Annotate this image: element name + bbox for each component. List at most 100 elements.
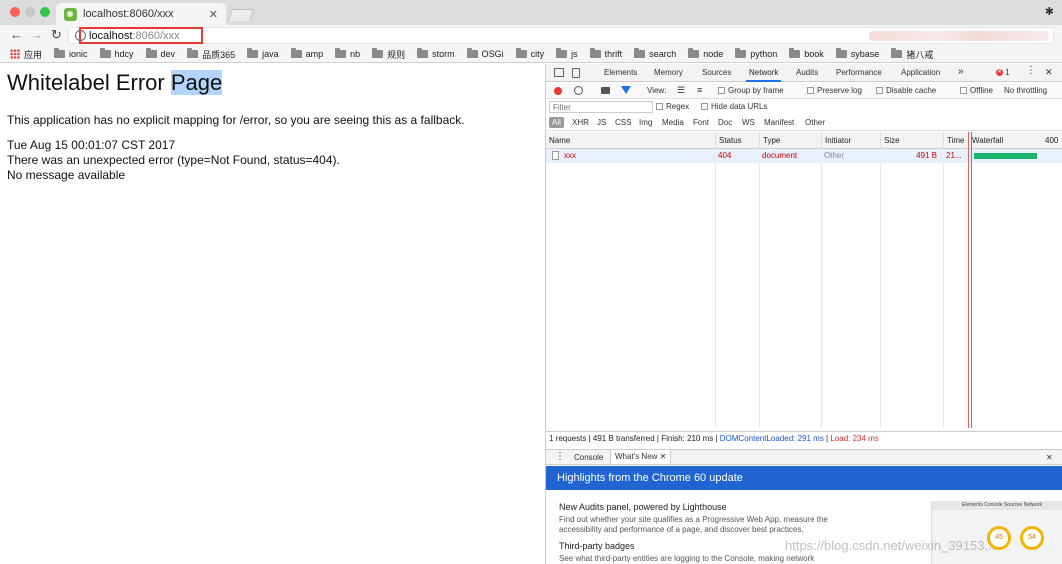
bookmark-item[interactable]: hdcy — [99, 48, 134, 59]
type-all[interactable]: All — [549, 117, 564, 128]
bookmark-item[interactable]: dev — [145, 48, 175, 59]
tab-close-icon[interactable]: ✕ — [209, 8, 218, 21]
bookmark-item[interactable]: ionic — [54, 48, 88, 59]
offline-checkbox[interactable]: Offline — [960, 86, 993, 95]
col-status[interactable]: Status — [715, 132, 742, 149]
address-bar[interactable]: i localhost:8060/xxx — [68, 27, 1054, 44]
col-waterfall[interactable]: Waterfall — [968, 132, 1003, 149]
cell-time: 21... — [946, 151, 962, 160]
bookmark-item[interactable]: sybase — [835, 48, 879, 59]
tab-network[interactable]: Network — [745, 68, 782, 82]
close-tab-icon[interactable]: ✕ — [660, 452, 667, 461]
drawer-menu-icon[interactable]: ⋮ — [555, 451, 565, 462]
more-tabs-icon[interactable]: » — [958, 66, 964, 77]
bookmark-item[interactable]: js — [556, 48, 578, 59]
bookmark-item[interactable]: java — [247, 48, 279, 59]
type-font[interactable]: Font — [693, 118, 709, 127]
tab-elements[interactable]: Elements — [604, 68, 637, 77]
type-manifest[interactable]: Manifest — [764, 118, 794, 127]
close-drawer-icon[interactable]: ✕ — [1046, 453, 1053, 462]
filter-icon[interactable] — [621, 86, 631, 94]
audits-title[interactable]: New Audits panel, powered by Lighthouse — [559, 502, 727, 512]
bookmark-item[interactable]: search — [634, 48, 676, 59]
bookmark-item[interactable]: 猪八戒 — [891, 48, 933, 61]
col-initiator[interactable]: Initiator — [821, 132, 851, 149]
tab-performance[interactable]: Performance — [836, 68, 882, 77]
back-arrow-icon[interactable]: ← — [10, 27, 23, 42]
type-ws[interactable]: WS — [742, 118, 755, 127]
folder-icon — [789, 48, 801, 58]
type-media[interactable]: Media — [662, 118, 684, 127]
col-size[interactable]: Size — [880, 132, 900, 149]
maximize-window-button[interactable] — [40, 7, 50, 17]
browser-tab[interactable]: localhost:8060/xxx ✕ — [56, 3, 226, 25]
disable-cache-checkbox[interactable]: Disable cache — [876, 86, 936, 95]
bookmark-item[interactable]: city — [515, 48, 544, 59]
tab-audits[interactable]: Audits — [796, 68, 818, 77]
clear-icon[interactable] — [574, 86, 583, 95]
folder-icon — [735, 48, 747, 58]
bookmark-label: 应用 — [24, 49, 43, 60]
tab-console[interactable]: Console — [574, 453, 603, 462]
throttling-select[interactable]: No throttling — [1004, 86, 1047, 95]
folder-icon — [247, 48, 259, 58]
waterfall-view-icon[interactable]: ≡ — [697, 85, 702, 95]
forward-arrow-icon[interactable]: → — [30, 27, 43, 42]
type-js[interactable]: JS — [597, 118, 606, 127]
bookmark-item[interactable]: book — [789, 48, 824, 59]
device-toolbar-icon[interactable] — [572, 68, 580, 78]
type-img[interactable]: Img — [639, 118, 652, 127]
col-type[interactable]: Type — [759, 132, 780, 149]
bookmark-item[interactable]: 规则 — [372, 48, 405, 61]
col-name[interactable]: Name — [546, 132, 570, 149]
bookmark-label: js — [571, 49, 578, 59]
minimize-window-button[interactable] — [25, 7, 35, 17]
tab-sources[interactable]: Sources — [702, 68, 731, 77]
tab-application[interactable]: Application — [901, 68, 940, 77]
hide-data-urls-checkbox[interactable]: Hide data URLs — [701, 102, 767, 111]
bookmark-item[interactable]: amp — [290, 48, 324, 59]
drawer-tabs: ⋮ Console What's New ✕ ✕ — [546, 449, 1062, 465]
tab-memory[interactable]: Memory — [654, 68, 683, 77]
bookmark-item[interactable]: nb — [335, 48, 360, 59]
bookmark-item[interactable]: 应用 — [10, 48, 42, 61]
tab-whats-new[interactable]: What's New ✕ — [610, 450, 672, 464]
close-devtools-icon[interactable]: ✕ — [1045, 67, 1053, 78]
record-icon[interactable] — [554, 87, 562, 95]
badges-title[interactable]: Third-party badges — [559, 541, 635, 551]
audits-desc-2: accessibility and performance of a page,… — [559, 525, 804, 534]
table-row[interactable]: xxx 404 document Other 491 B 21... — [546, 149, 1062, 163]
devtools-panel: Elements Memory Sources Network Audits P… — [545, 64, 1062, 564]
page-content: Whitelabel Error Page This application h… — [0, 64, 545, 564]
inspect-element-icon[interactable] — [554, 68, 564, 77]
error-badge[interactable]: ✕ 1 — [996, 68, 1010, 77]
col-time[interactable]: Time — [943, 132, 964, 149]
screenshot-icon[interactable] — [601, 87, 610, 94]
bookmark-item[interactable]: python — [735, 48, 777, 59]
profile-icon[interactable]: ✱ — [1045, 5, 1054, 18]
close-window-button[interactable] — [10, 7, 20, 17]
menu-dots-icon[interactable]: ⋮ — [1026, 65, 1036, 76]
reload-icon[interactable]: ↻ — [51, 27, 62, 43]
bookmark-label: amp — [305, 49, 324, 59]
preserve-log-checkbox[interactable]: Preserve log — [807, 86, 862, 95]
bookmark-item[interactable]: thrift — [589, 48, 622, 59]
regex-checkbox[interactable]: Regex — [656, 102, 689, 111]
waterfall-bar — [974, 153, 1037, 159]
filter-input[interactable] — [549, 101, 653, 113]
type-xhr[interactable]: XHR — [572, 118, 589, 127]
bookmark-item[interactable]: OSGi — [466, 48, 504, 59]
folder-icon — [515, 48, 527, 58]
bookmark-label: OSGi — [481, 49, 504, 59]
bookmark-item[interactable]: 品质365 — [187, 48, 235, 61]
type-other[interactable]: Other — [805, 118, 825, 127]
group-by-frame-checkbox[interactable]: Group by frame — [718, 86, 784, 95]
bookmark-item[interactable]: node — [688, 48, 723, 59]
folder-icon — [556, 48, 568, 58]
folder-icon — [145, 48, 157, 58]
list-view-icon[interactable]: ☰ — [677, 85, 685, 96]
type-css[interactable]: CSS — [615, 118, 631, 127]
bookmark-item[interactable]: storm — [417, 48, 455, 59]
new-tab-button[interactable] — [227, 9, 255, 21]
type-doc[interactable]: Doc — [718, 118, 732, 127]
